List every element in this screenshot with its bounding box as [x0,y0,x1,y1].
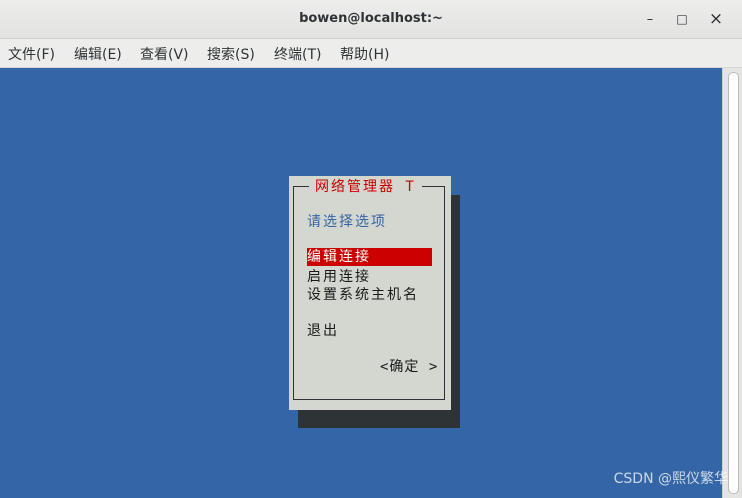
window-title: bowen@localhost:~ [299,11,443,26]
close-button[interactable]: × [705,9,727,29]
menu-bar: 文件(F) 编辑(E) 查看(V) 搜索(S) 终端(T) 帮助(H) [0,39,742,68]
maximize-icon: □ [676,12,688,26]
menu-search[interactable]: 搜索(S) [207,44,255,64]
option-set-hostname[interactable]: 设置系统主机名 [307,284,419,304]
option-activate-connection[interactable]: 启用连接 [307,266,371,286]
title-bar[interactable]: bowen@localhost:~ – □ × [0,0,742,39]
close-icon: × [708,9,724,29]
terminal-window: bowen@localhost:~ – □ × 文件(F) 编辑(E) 查看(V… [0,0,742,498]
menu-edit[interactable]: 编辑(E) [74,44,122,64]
scrollbar-thumb[interactable] [728,72,739,494]
nmtui-dialog: 网络管理器 T 请选择选项 编辑连接 启用连接 设置系统主机名 退出 <确定 > [289,176,451,410]
option-quit[interactable]: 退出 [307,320,339,340]
option-edit-connection[interactable]: 编辑连接 [307,248,432,266]
maximize-button[interactable]: □ [671,9,693,29]
menu-terminal[interactable]: 终端(T) [274,44,321,64]
scrollbar[interactable] [722,68,742,498]
menu-file[interactable]: 文件(F) [8,44,55,64]
menu-help[interactable]: 帮助(H) [340,44,389,64]
dialog-title: 网络管理器 T [309,176,422,196]
dialog-prompt: 请选择选项 [307,214,387,230]
watermark: CSDN @熙仪繁华 [613,471,728,487]
minimize-icon: – [646,11,654,27]
menu-view[interactable]: 查看(V) [140,44,189,64]
ok-button[interactable]: <确定 > [380,356,438,376]
minimize-button[interactable]: – [639,9,661,29]
